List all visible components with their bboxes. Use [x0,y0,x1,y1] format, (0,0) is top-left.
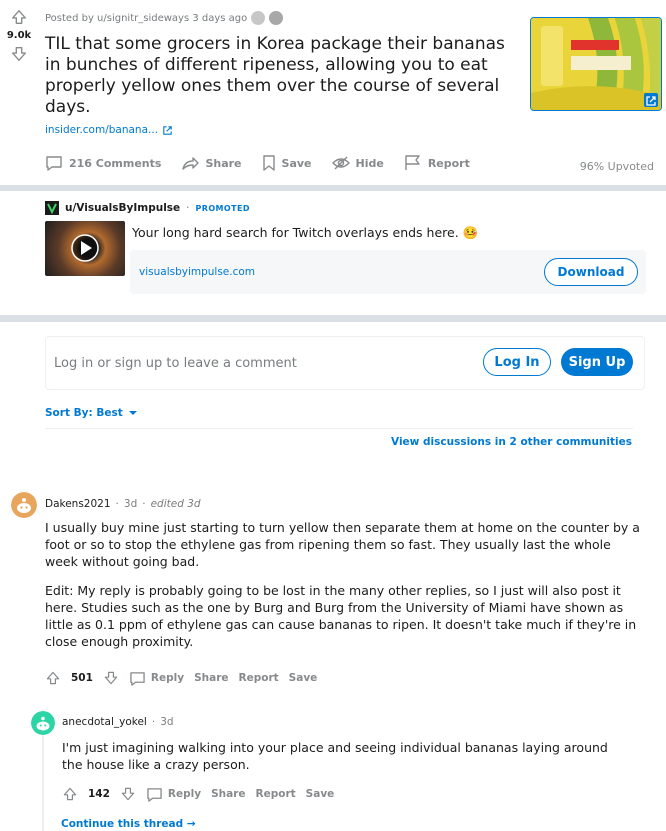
ad-thumbnail[interactable] [45,221,125,276]
comment-time: 3d [160,716,174,728]
post-title[interactable]: TIL that some grocers in Korea package t… [45,34,515,118]
hide-label: Hide [355,156,384,170]
reply-label: Reply [150,672,185,684]
signup-button[interactable]: Sign Up [561,348,633,376]
comment-author[interactable]: Dakens2021 [45,498,111,510]
save-button[interactable]: Save [262,155,312,171]
download-button[interactable]: Download [544,258,638,286]
bookmark-icon [262,155,275,171]
comment-edited: edited 3d [150,498,201,510]
ad-link-box: visualsbyimpulse.com Download [130,250,646,294]
comment-score: 501 [71,672,93,684]
sort-label: Sort By: Best [45,407,123,419]
upvote-ratio: 96% Upvoted [579,160,654,173]
comment-time: 3d [123,498,138,510]
separator-dot: · [142,498,146,510]
save-button[interactable]: Save [289,672,318,684]
comment-header: Dakens2021 · 3d · edited 3d [45,498,201,510]
posted-by[interactable]: Posted by u/signitr_sideways 3 days ago [45,13,247,24]
post-meta: Posted by u/signitr_sideways 3 days ago [45,11,284,25]
save-label: Save [281,156,312,170]
comment-actions: 501 Reply Share Report Save [45,670,317,686]
upvote-icon[interactable] [45,670,61,686]
comment-icon [46,156,62,171]
comment-score: 142 [88,788,110,800]
downvote-icon[interactable] [10,45,28,63]
post-thumbnail[interactable] [530,17,662,111]
sort-dropdown[interactable]: Sort By: Best [45,407,138,419]
ad-header: u/VisualsByImpulse · PROMOTED [45,201,250,215]
post-actions: 216 Comments Share Save Hide Report [45,155,470,171]
award-icon [251,11,266,25]
post-link[interactable]: insider.com/banana... [45,124,173,136]
post-card: 9.0k Posted by u/signitr_sideways 3 days… [0,0,666,185]
post-link-text[interactable]: insider.com/banana... [45,124,158,136]
comments-button[interactable]: 216 Comments [45,155,161,171]
downvote-icon[interactable] [120,786,136,802]
external-link-icon [644,93,658,107]
downvote-icon[interactable] [103,670,119,686]
continue-thread-label: Continue this thread [61,818,184,830]
share-icon [182,157,200,170]
report-button[interactable]: Report [239,672,279,684]
upvote-icon[interactable] [62,786,78,802]
comment-paragraph: I'm just imagining walking into your pla… [62,740,608,772]
login-prompt-text: Log in or sign up to leave a comment [54,356,297,371]
separator-dot: · [151,716,156,728]
comments-label: 216 Comments [69,156,162,170]
divider [45,428,633,429]
comment-icon [130,671,145,686]
post-score: 9.0k [6,30,32,41]
login-button[interactable]: Log In [483,348,551,376]
comment-header: anecdotal_yokel · 3d [62,716,174,728]
ad-url[interactable]: visualsbyimpulse.com [139,266,255,278]
reply-button[interactable]: Reply [129,671,184,686]
share-label: Share [205,156,242,170]
ad-user[interactable]: u/VisualsByImpulse [65,202,180,214]
save-button[interactable]: Save [306,788,335,800]
continue-thread-link[interactable]: Continue this thread → [61,818,196,830]
external-link-icon [163,125,172,135]
reply-button[interactable]: Reply [146,787,201,802]
comment-author[interactable]: anecdotal_yokel [62,716,147,728]
avatar[interactable] [31,711,55,735]
banana-image [531,18,661,110]
reply-label: Reply [167,788,202,800]
advertiser-logo-icon [45,201,59,215]
report-button[interactable]: Report [404,155,470,171]
other-communities-link[interactable]: View discussions in 2 other communities [391,436,632,448]
post-vote: 9.0k [0,8,38,63]
comment-paragraph: I usually buy mine just starting to turn… [45,520,640,569]
report-button[interactable]: Report [256,788,296,800]
hide-button[interactable]: Hide [331,156,384,170]
ad-text[interactable]: Your long hard search for Twitch overlay… [132,225,478,241]
play-icon [71,234,99,262]
comment-paragraph: Edit: My reply is probably going to be l… [45,583,637,649]
caret-down-icon [128,411,137,415]
comment-body: I usually buy mine just starting to turn… [45,519,645,662]
share-button[interactable]: Share [211,788,245,800]
award-icon-silver [269,11,284,25]
comment-icon [147,787,162,802]
comment-body: I'm just imagining walking into your pla… [62,739,632,785]
arrow-right-icon: → [186,818,196,830]
separator-dot: · [115,498,119,510]
flag-icon [405,155,420,170]
upvote-icon[interactable] [10,8,28,26]
separator-dot: · [186,202,190,214]
report-label: Report [427,156,470,170]
share-button[interactable]: Share [194,672,228,684]
promoted-badge: PROMOTED [195,203,250,213]
comment-actions: 142 Reply Share Report Save [62,786,334,802]
hide-icon [331,156,350,170]
login-prompt-box: Log in or sign up to leave a comment Log… [45,336,645,390]
avatar[interactable] [11,492,37,518]
share-button[interactable]: Share [181,155,242,171]
